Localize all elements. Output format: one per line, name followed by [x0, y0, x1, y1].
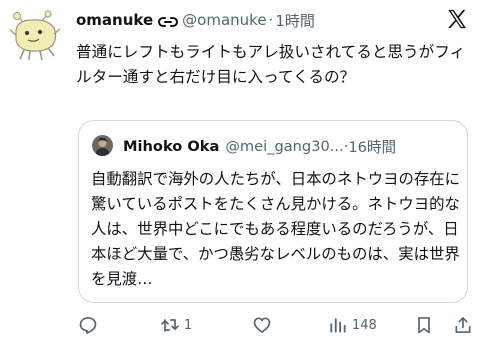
quoted-post-card[interactable]: Mihoko Oka @mei_gang30... · 16時間 自動翻訳で海外… — [78, 120, 468, 303]
link-badge-icon — [158, 14, 179, 27]
bookmark-button[interactable] — [414, 314, 434, 336]
x-logo-icon[interactable] — [446, 8, 468, 30]
quoted-post-text: 自動翻訳で海外の人たちが、日本のネトウヨの存在に驚いているポストをたくさん見かけ… — [91, 170, 461, 288]
portrait-icon — [92, 135, 113, 156]
views-count: 148 — [352, 317, 377, 333]
repost-button[interactable]: 1 — [160, 314, 192, 336]
reply-icon — [78, 315, 98, 335]
like-button[interactable] — [252, 314, 276, 336]
post-timestamp[interactable]: 1時間 — [275, 10, 315, 31]
reply-button[interactable] — [78, 314, 102, 336]
quoted-post-header: Mihoko Oka @mei_gang30... · 16時間 — [123, 135, 396, 157]
heart-icon — [252, 315, 272, 335]
views-icon — [328, 315, 348, 335]
share-icon — [453, 315, 473, 335]
author-name[interactable]: omanuke — [76, 11, 153, 29]
repost-count: 1 — [184, 317, 193, 333]
post-header: omanuke @omanuke · 1時間 — [76, 10, 315, 30]
separator-dot: · — [268, 11, 274, 29]
author-avatar[interactable] — [8, 8, 62, 62]
share-button[interactable] — [453, 314, 473, 336]
quoted-author-name: Mihoko Oka — [123, 137, 220, 155]
quoted-author-handle: @mei_gang30... — [225, 137, 344, 155]
quoted-author-avatar — [92, 135, 113, 156]
bookmark-icon — [414, 315, 434, 335]
author-handle[interactable]: @omanuke — [182, 11, 266, 29]
views-button[interactable]: 148 — [328, 314, 377, 336]
quoted-post-timestamp: 16時間 — [348, 138, 397, 156]
post-action-bar: 1 148 — [76, 314, 474, 336]
cartoon-character-icon — [9, 10, 61, 61]
repost-icon — [160, 315, 180, 335]
post-text: 普通にレフトもライトもアレ扱いされてると思うがフィルター通すと右だけ目に入ってく… — [76, 43, 466, 86]
